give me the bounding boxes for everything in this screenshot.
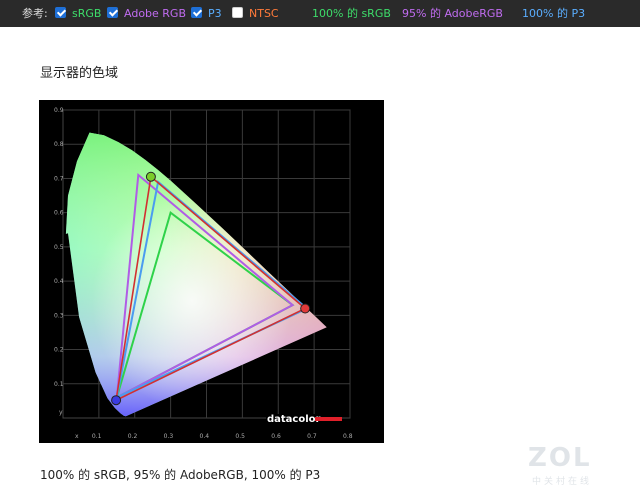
y-tick-label: 0.1	[54, 381, 64, 388]
p3-coverage-result: 100% 的 P3	[522, 7, 586, 20]
y-tick-label: 0.7	[54, 175, 64, 182]
ntsc-checkbox[interactable]	[232, 7, 243, 18]
adobergb-coverage-result: 95% 的 AdobeRGB	[402, 7, 503, 20]
y-tick-label: 0.2	[54, 347, 64, 354]
reference-toolbar: 参考: sRGB Adobe RGB P3 NTSC 100% 的 sRGB 9…	[0, 0, 640, 27]
gamut-chart-svg: x 0.1 0.2 0.3 0.4 0.5 0.6 0.7 0.8 y 0.1 0.2 0.3 0.4 0.…	[54, 107, 353, 440]
datacolor-brand-text: datacolor	[267, 414, 321, 425]
y-tick-label: 0.4	[54, 278, 64, 285]
x-tick-label: x	[75, 433, 79, 440]
y-tick-label: y	[59, 409, 63, 416]
primary-marker	[145, 171, 156, 182]
zol-logo: ZOL 中关村在线	[520, 443, 596, 487]
y-tick-label: 0.9	[54, 107, 64, 114]
color-gamut-chart: x 0.1 0.2 0.3 0.4 0.5 0.6 0.7 0.8 y 0.1 0.2 0.3 0.4 0.…	[39, 100, 384, 443]
x-tick-label: 0.6	[271, 433, 281, 440]
datacolor-brand-bar	[315, 417, 342, 421]
x-tick-label: 0.2	[128, 433, 138, 440]
adobe-rgb-checkbox[interactable]	[107, 7, 118, 18]
adobe-rgb-option-label[interactable]: Adobe RGB	[124, 7, 186, 20]
gamut-coverage-caption: 100% 的 sRGB, 95% 的 AdobeRGB, 100% 的 P3	[40, 468, 321, 482]
p3-checkbox[interactable]	[191, 7, 202, 18]
x-tick-label: 0.1	[92, 433, 102, 440]
primary-marker	[111, 395, 122, 406]
zol-logo-subtext: 中关村在线	[532, 477, 593, 487]
x-tick-label: 0.7	[307, 433, 317, 440]
x-tick-label: 0.3	[164, 433, 174, 440]
srgb-checkbox[interactable]	[55, 7, 66, 18]
y-tick-label: 0.3	[54, 312, 64, 319]
srgb-coverage-result: 100% 的 sRGB	[312, 7, 391, 20]
y-tick-label: 0.5	[54, 244, 64, 251]
zol-logo-text: ZOL	[528, 443, 592, 473]
x-tick-label: 0.4	[200, 433, 210, 440]
srgb-option-label[interactable]: sRGB	[72, 7, 101, 20]
section-title: 显示器的色域	[40, 66, 119, 81]
p3-option-label[interactable]: P3	[208, 7, 222, 20]
x-tick-label: 0.5	[235, 433, 245, 440]
y-tick-label: 0.6	[54, 210, 64, 217]
x-tick-label: 0.8	[343, 433, 353, 440]
reference-label: 参考:	[22, 7, 48, 20]
y-tick-label: 0.8	[54, 141, 64, 148]
primary-marker	[300, 303, 311, 314]
ntsc-option-label[interactable]: NTSC	[249, 7, 279, 20]
